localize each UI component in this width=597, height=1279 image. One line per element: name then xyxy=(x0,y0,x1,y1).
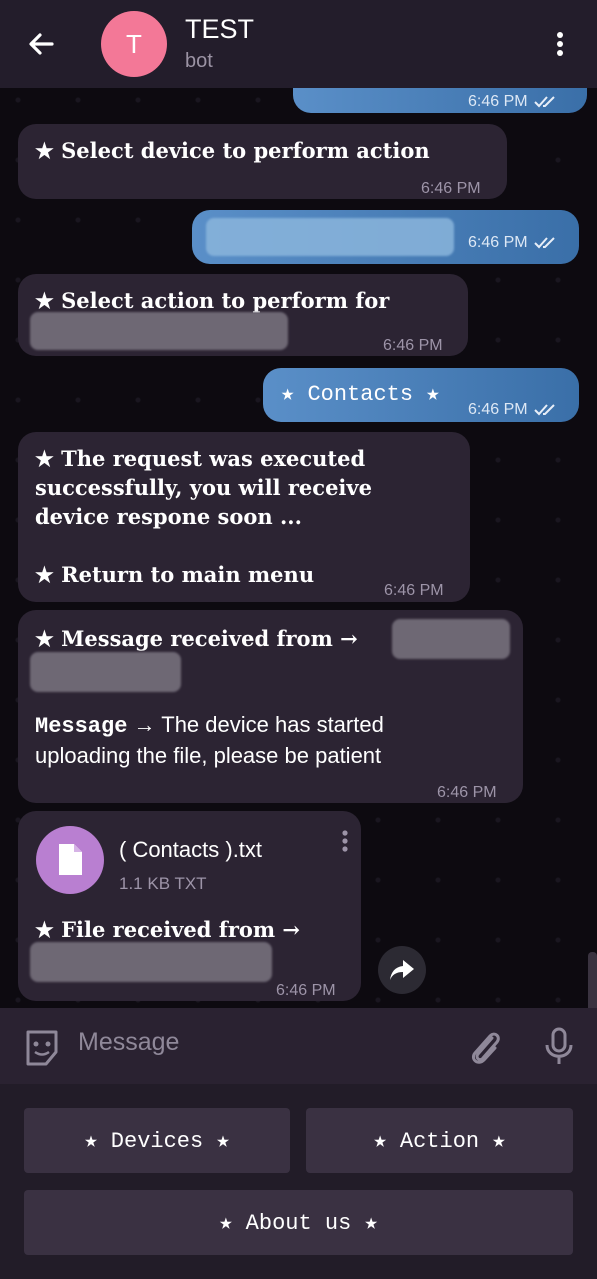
message-bubble[interactable]: ★ The request was executed successfully,… xyxy=(18,432,470,602)
microphone-icon[interactable] xyxy=(543,1026,575,1066)
forward-button[interactable] xyxy=(378,946,426,994)
action-button[interactable]: ★ Action ★ xyxy=(306,1108,573,1173)
avatar[interactable]: T xyxy=(101,11,167,77)
redacted-text xyxy=(206,218,454,256)
about-us-button[interactable]: ★ About us ★ xyxy=(24,1190,573,1255)
file-meta: 1.1 KB TXT xyxy=(119,874,207,893)
message-time: 6:46 PM xyxy=(468,228,560,257)
redacted-text xyxy=(392,619,510,659)
message-bubble[interactable]: 6:46 PM xyxy=(192,210,579,264)
message-time: 6:46 PM xyxy=(468,395,560,424)
document-icon xyxy=(59,844,82,875)
redacted-text xyxy=(30,312,288,350)
message-bubble[interactable]: ★ Select action to perform for 6:46 PM xyxy=(18,274,468,356)
more-vert-icon[interactable] xyxy=(340,829,350,857)
more-vert-icon[interactable] xyxy=(548,28,572,60)
message-text: ★ Select action to perform for xyxy=(35,288,390,313)
redacted-text xyxy=(30,652,181,692)
message-bubble[interactable]: ★ Action ★ 6:46 PM xyxy=(293,88,587,113)
message-bubble[interactable]: ★ Message received from → Message → The … xyxy=(18,610,523,803)
message-text: ★ Message received from → xyxy=(35,626,358,651)
double-check-icon xyxy=(533,96,555,108)
double-check-icon xyxy=(533,404,555,416)
message-bubble[interactable]: ★ Select device to perform action 6:46 P… xyxy=(18,124,507,199)
message-time: 6:46 PM xyxy=(383,337,443,354)
message-time: 6:46 PM xyxy=(468,88,560,116)
message-time: 6:46 PM xyxy=(421,180,481,197)
chat-title[interactable]: TEST xyxy=(185,14,254,45)
message-text: ★ Contacts ★ xyxy=(281,382,440,407)
message-input[interactable]: Message xyxy=(78,1028,179,1057)
double-check-icon xyxy=(533,237,555,249)
file-icon[interactable] xyxy=(36,826,104,894)
bot-keyboard: ★ Devices ★ ★ Action ★ ★ About us ★ xyxy=(0,1084,597,1279)
message-bubble[interactable]: ★ Contacts ★ 6:46 PM xyxy=(263,368,579,422)
chat-header: T TEST bot xyxy=(0,0,597,88)
composer-bar: Message xyxy=(0,1008,597,1084)
message-time: 6:46 PM xyxy=(384,582,444,599)
message-bubble[interactable]: ( Contacts ).txt 1.1 KB TXT ★ File recei… xyxy=(18,811,361,1001)
share-icon xyxy=(390,960,414,980)
message-text: ★ Action ★ xyxy=(337,88,469,97)
chat-area[interactable]: ★ Action ★ 6:46 PM ★ Select device to pe… xyxy=(0,88,597,1008)
redacted-text xyxy=(30,942,272,982)
message-text: ★ Select device to perform action xyxy=(35,138,430,163)
paperclip-icon[interactable] xyxy=(467,1028,503,1068)
message-time: 6:46 PM xyxy=(276,982,336,999)
arrow-left-icon[interactable] xyxy=(22,24,62,64)
message-time: 6:46 PM xyxy=(437,784,497,801)
file-name[interactable]: ( Contacts ).txt xyxy=(119,835,262,864)
chat-subtitle: bot xyxy=(185,50,213,72)
message-text: ★ The request was executed successfully,… xyxy=(35,446,372,587)
sticker-icon[interactable] xyxy=(22,1028,62,1068)
message-text: ★ File received from → xyxy=(35,917,301,942)
devices-button[interactable]: ★ Devices ★ xyxy=(24,1108,290,1173)
message-body: Message → The device has started uploadi… xyxy=(35,712,384,768)
